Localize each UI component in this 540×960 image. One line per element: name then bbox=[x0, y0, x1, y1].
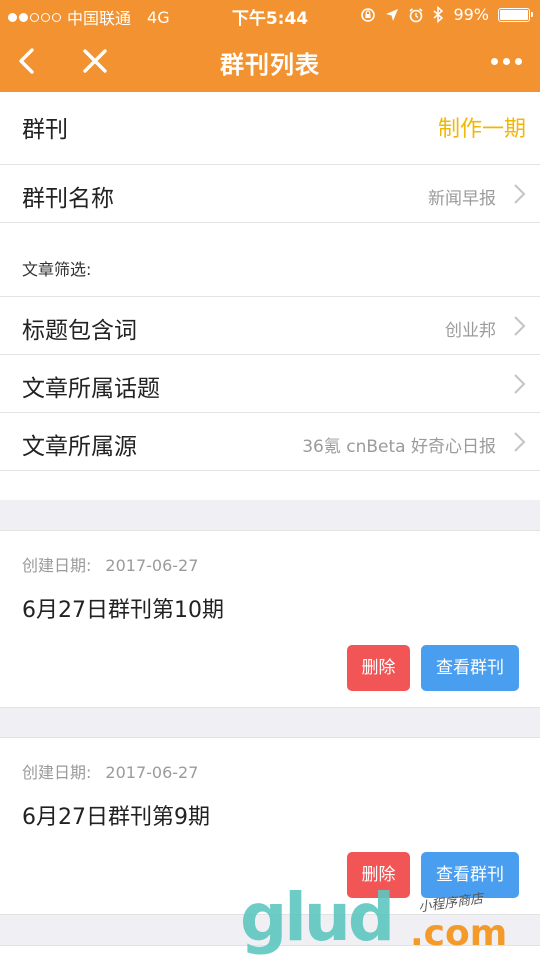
more-dots-icon bbox=[490, 57, 498, 65]
more-button[interactable] bbox=[486, 44, 526, 78]
rotation-lock-icon bbox=[361, 7, 376, 22]
issue-date-value: 2017-06-27 bbox=[105, 763, 199, 782]
location-icon bbox=[386, 8, 399, 21]
alarm-icon bbox=[409, 7, 423, 22]
create-issue-button[interactable]: 制作一期 bbox=[438, 111, 526, 143]
name-row[interactable]: 群刊名称 新闻早报 bbox=[0, 165, 540, 223]
issue-title: 6月27日群刊第9期 bbox=[22, 805, 210, 830]
watermark-logo: glud bbox=[240, 879, 395, 956]
battery-percent: 99% bbox=[453, 5, 489, 24]
title-keyword-row[interactable]: 标题包含词 创业邦 bbox=[0, 297, 540, 355]
issue-date: 创建日期: 2017-06-27 bbox=[22, 759, 198, 783]
chevron-right-icon bbox=[514, 184, 526, 204]
issue-card: 创建日期: 2017-06-27 6月27日群刊第10期 删除 查看群刊 bbox=[0, 530, 540, 708]
source-value: 36氪 cnBeta 好奇心日报 bbox=[302, 437, 496, 457]
chevron-right-icon bbox=[514, 316, 526, 336]
nav-bar: 群刊列表 bbox=[0, 30, 540, 92]
watermark-suffix: .com bbox=[410, 913, 508, 954]
filter-caption: 文章筛选: bbox=[22, 260, 92, 279]
status-right: 99% bbox=[360, 5, 533, 24]
title-keyword-value: 创业邦 bbox=[445, 321, 496, 341]
source-row[interactable]: 文章所属源 36氪 cnBeta 好奇心日报 bbox=[0, 413, 540, 471]
issue-date-label: 创建日期: bbox=[22, 556, 92, 575]
delete-button[interactable]: 删除 bbox=[347, 645, 410, 691]
issue-date-value: 2017-06-27 bbox=[105, 556, 199, 575]
watermark-tagline: 小程序商店 bbox=[417, 891, 485, 916]
bluetooth-icon bbox=[433, 6, 444, 23]
watermark: glud .com 小程序商店 bbox=[240, 882, 540, 960]
battery-level bbox=[500, 9, 528, 20]
name-label: 群刊名称 bbox=[22, 186, 114, 212]
issue-title: 6月27日群刊第10期 bbox=[22, 598, 224, 623]
issue-date-label: 创建日期: bbox=[22, 763, 92, 782]
status-bar: 中国联通 4G 下午5:44 99% bbox=[0, 0, 540, 30]
page-title: 群刊列表 bbox=[220, 51, 320, 79]
header-label: 群刊 bbox=[22, 117, 68, 143]
issue-date: 创建日期: 2017-06-27 bbox=[22, 552, 198, 576]
topic-row[interactable]: 文章所属话题 bbox=[0, 355, 540, 413]
settings-panel: 群刊 制作一期 群刊名称 新闻早报 文章筛选: 标题包含词 创业邦 文章所属话题… bbox=[0, 92, 540, 500]
header-row: 群刊 制作一期 bbox=[0, 92, 540, 165]
chevron-right-icon bbox=[514, 374, 526, 394]
name-value: 新闻早报 bbox=[428, 189, 496, 209]
battery-icon bbox=[498, 7, 533, 22]
topic-label: 文章所属话题 bbox=[22, 376, 160, 402]
view-issue-button[interactable]: 查看群刊 bbox=[421, 645, 519, 691]
top-bar: 中国联通 4G 下午5:44 99% 群刊列表 bbox=[0, 0, 540, 92]
source-label: 文章所属源 bbox=[22, 434, 137, 460]
chevron-right-icon bbox=[514, 432, 526, 452]
title-keyword-label: 标题包含词 bbox=[22, 318, 137, 344]
filter-caption-row: 文章筛选: bbox=[0, 223, 540, 297]
